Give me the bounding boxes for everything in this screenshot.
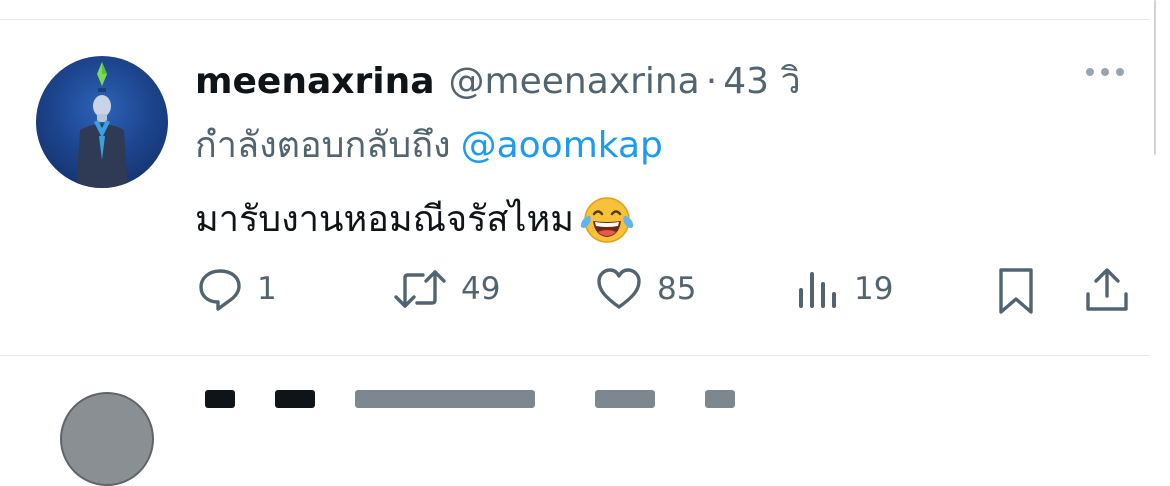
replying-to-label: กำลังตอบกลับถึง <box>195 125 451 166</box>
cropped-text-fragment <box>275 390 315 408</box>
retweet-icon <box>394 270 446 308</box>
heart-icon <box>597 268 641 309</box>
user-handle[interactable]: @meenaxrina <box>449 61 700 102</box>
bookmark-icon <box>999 268 1033 314</box>
reply-count: 1 <box>257 271 277 307</box>
tweet-divider <box>0 355 1150 356</box>
tweet-text: มารับงานหอมณีจรัสไหม <box>195 190 636 247</box>
like-button[interactable]: 85 <box>595 266 696 312</box>
more-dot-icon <box>1086 68 1094 76</box>
display-name[interactable]: meenaxrina <box>195 61 435 102</box>
more-dot-icon <box>1116 68 1124 76</box>
analytics-bar-icon <box>799 272 836 308</box>
views-count: 19 <box>854 271 894 307</box>
scrollbar[interactable] <box>1154 0 1156 155</box>
cropped-text-fragment <box>705 390 735 408</box>
face-with-tears-of-joy-icon <box>578 194 636 244</box>
tweet-header: meenaxrina @meenaxrina · 43 วิ <box>195 52 801 104</box>
more-dot-icon <box>1101 68 1109 76</box>
cropped-text-fragment <box>595 390 655 408</box>
reply-icon <box>199 269 241 311</box>
replying-to: กำลังตอบกลับถึง @aoomkap <box>195 116 663 173</box>
bookmark-button[interactable] <box>996 266 1036 316</box>
cropped-text-fragment <box>205 390 235 408</box>
tweet-actions: 1 49 85 19 <box>0 262 1170 322</box>
views-button[interactable]: 19 <box>796 266 893 312</box>
separator-dot: · <box>705 61 718 102</box>
retweet-count: 49 <box>461 271 501 307</box>
avatar[interactable] <box>36 56 168 188</box>
next-tweet-avatar[interactable] <box>60 392 154 486</box>
share-button[interactable] <box>1084 266 1130 314</box>
share-upload-icon <box>1086 268 1128 311</box>
avatar-figure-image <box>76 62 128 188</box>
retweet-button[interactable]: 49 <box>393 266 500 312</box>
mention-link[interactable]: @aoomkap <box>461 125 663 166</box>
cropped-text-fragment <box>355 390 535 408</box>
timestamp[interactable]: 43 วิ <box>723 52 800 109</box>
next-tweet-header-cropped <box>195 380 755 410</box>
reply-button[interactable]: 1 <box>197 266 277 312</box>
top-divider <box>0 19 1150 20</box>
tweet-text-content: มารับงานหอมณีจรัสไหม <box>195 199 574 240</box>
like-count: 85 <box>657 271 697 307</box>
more-options-button[interactable] <box>1086 62 1124 82</box>
